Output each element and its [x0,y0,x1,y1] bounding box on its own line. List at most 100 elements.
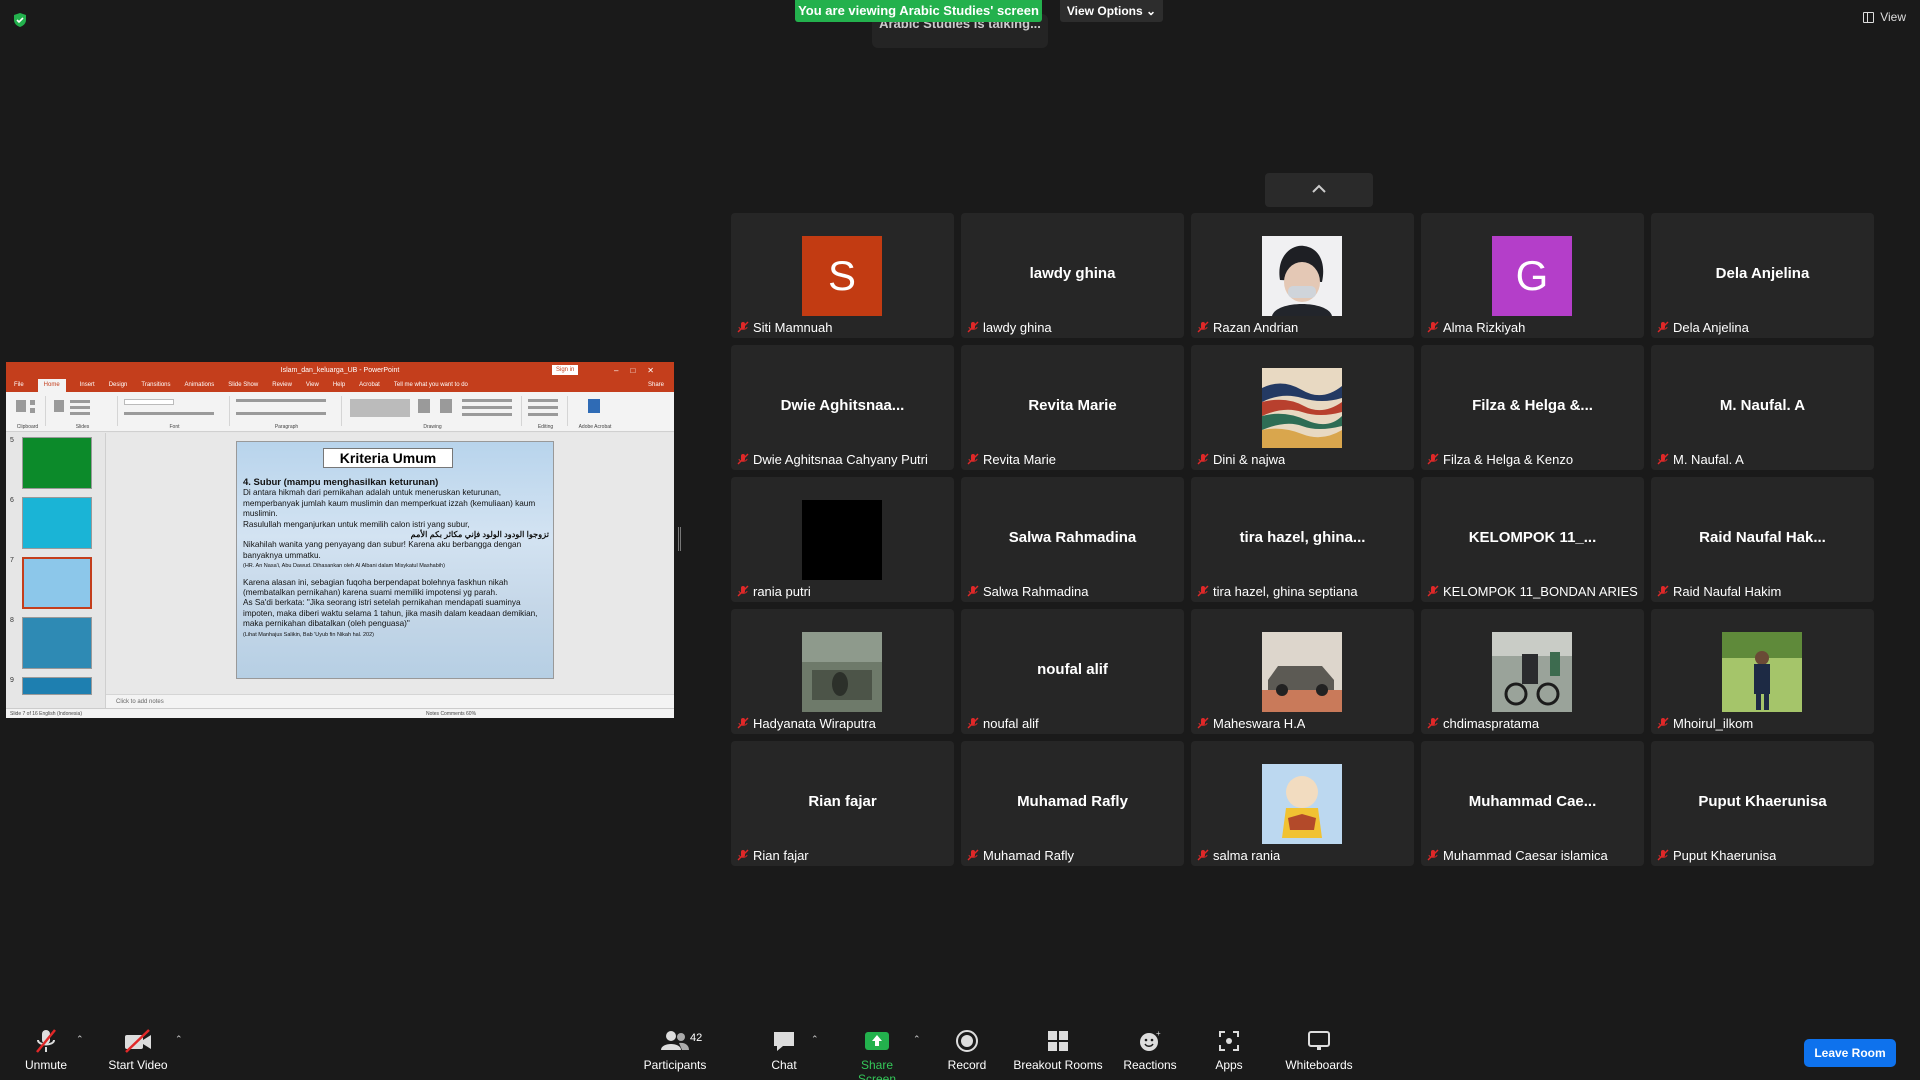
slide-reference: (HR. An Nasa'i, Abu Dawud. Dihasankan ol… [243,563,445,570]
unmute-button[interactable]: Unmute ⌃ [18,1028,84,1072]
ribbon-label-drawing: Drawing [423,424,442,430]
share-options-caret-icon[interactable]: ⌃ [913,1034,921,1045]
video-camera-off-icon [125,1029,151,1053]
participant-tile[interactable]: Dela Anjelina Dela Anjelina [1651,213,1874,338]
participant-display-name: noufal alif [1037,661,1108,678]
participant-tile[interactable]: Salwa Rahmadina Salwa Rahmadina [961,477,1184,602]
slide-thumbnail [22,677,92,695]
muted-mic-icon [1197,585,1209,597]
view-button[interactable]: View [1863,10,1906,24]
muted-mic-icon [1427,321,1439,333]
participant-display-name: Muhamad Rafly [1017,793,1128,810]
tab-slide-show: Slide Show [228,382,259,388]
participant-photo [1262,236,1342,316]
share-screen-button[interactable]: Share Screen ⌃ [841,1028,921,1080]
apps-label: Apps [1215,1058,1243,1072]
ribbon: Clipboard Slides Font Paragraph Drawing … [6,392,674,432]
breakout-rooms-button[interactable]: Breakout Rooms [1013,1028,1103,1072]
participant-tile[interactable]: S Siti Mamnuah [731,213,954,338]
participant-tile[interactable]: Dini & najwa [1191,345,1414,470]
participant-photo [802,500,882,580]
ribbon-group-font: Font [120,396,230,430]
meeting-toolbar: Unmute ⌃ Start Video ⌃ Participants 42 C… [0,1000,1920,1080]
whiteboards-button[interactable]: Whiteboards [1283,1028,1355,1072]
ribbon-tabs: File Home Insert Design Transitions Anim… [6,379,674,392]
participant-tile[interactable]: lawdy ghina lawdy ghina [961,213,1184,338]
participant-tile[interactable]: Hadyanata Wiraputra [731,609,954,734]
participant-gallery: S Siti Mamnuah lawdy ghina lawdy ghina Razan… [731,213,1876,868]
participant-tile[interactable]: KELOMPOK 11_... KELOMPOK 11_BONDAN ARIES … [1421,477,1644,602]
participant-tile[interactable]: tira hazel, ghina... tira hazel, ghina se… [1191,477,1414,602]
apps-button[interactable]: Apps [1213,1028,1245,1072]
participant-tile[interactable]: Puput Khaerunisa Puput Khaerunisa [1651,741,1874,866]
ribbon-group-editing: Editing [524,396,568,430]
ribbon-group-paragraph: Paragraph [232,396,342,430]
powerpoint-title-bar: Islam_dan_keluarga_UB - PowerPoint Sign … [6,362,674,379]
start-video-button[interactable]: Start Video ⌃ [105,1028,183,1072]
slide-thumbnails: 5 6 7 8 9 [6,433,106,708]
participant-name-label: salma rania [1213,848,1281,863]
participant-tile[interactable]: Maheswara H.A [1191,609,1414,734]
slide-paragraph: Di antara hikmah dari pernikahan adalah … [243,488,536,519]
view-options-button[interactable]: View Options ⌄ [1060,0,1163,22]
smiley-reaction-icon: + [1140,1029,1161,1051]
chat-options-caret-icon[interactable]: ⌃ [811,1034,819,1045]
slide-thumbnail [22,437,92,489]
participant-tile[interactable]: noufal alif noufal alif [961,609,1184,734]
participant-tile[interactable]: Mhoirul_ilkom [1651,609,1874,734]
participant-tile[interactable]: rania putri [731,477,954,602]
participant-name-label: Puput Khaerunisa [1673,848,1777,863]
participant-tile[interactable]: G Alma Rizkiyah [1421,213,1644,338]
ribbon-group-clipboard: Clipboard [10,396,46,430]
shared-screen[interactable]: Islam_dan_keluarga_UB - PowerPoint Sign … [6,362,674,718]
participant-display-name: Muhammad Cae... [1468,793,1597,810]
participant-tile[interactable]: Filza & Helga &... Filza & Helga & Kenzo [1421,345,1644,470]
participant-tile[interactable]: Dwie Aghitsnaa... Dwie Aghitsnaa Cahyany … [731,345,954,470]
reactions-label: Reactions [1123,1058,1177,1072]
participant-photo [802,632,882,712]
participant-tile[interactable]: chdimaspratama [1421,609,1644,734]
tab-home: Home [37,379,66,392]
view-label: View [1880,10,1906,24]
thumb-number: 7 [10,557,14,564]
status-right-text: Notes Comments 60% [426,711,477,717]
participant-tile[interactable]: M. Naufal. A M. Naufal. A [1651,345,1874,470]
muted-mic-icon [1427,717,1439,729]
participants-button[interactable]: Participants 42 [640,1028,710,1072]
participant-tile[interactable]: Muhamad Rafly Muhamad Rafly [961,741,1184,866]
chat-button[interactable]: Chat ⌃ [765,1028,819,1072]
muted-mic-icon [967,585,979,597]
ribbon-group-acrobat: Adobe Acrobat [570,396,620,430]
participant-tile[interactable]: Razan Andrian [1191,213,1414,338]
tab-acrobat: Acrobat [359,382,380,388]
participant-tile[interactable]: Muhammad Cae... Muhammad Caesar islamica [1421,741,1644,866]
audio-options-caret-icon[interactable]: ⌃ [76,1034,84,1045]
participant-display-name: M. Naufal. A [1719,397,1806,414]
split-view-resize-handle[interactable] [678,527,681,551]
participant-name-label: Dwie Aghitsnaa Cahyany Putri [753,452,928,467]
slide-paragraph: Karena alasan ini, sebagian fuqoha berpe… [243,577,508,598]
participant-name-label: Dini & najwa [1213,452,1286,467]
leave-room-button[interactable]: Leave Room [1804,1039,1896,1067]
ribbon-label-acrobat: Adobe Acrobat [578,424,612,430]
muted-mic-icon [1657,717,1669,729]
encryption-shield-icon[interactable] [12,12,28,28]
participant-initial-avatar: G [1492,236,1572,316]
participant-tile[interactable]: Rian fajar Rian fajar [731,741,954,866]
slide-paragraph: As Sa'di berkata: "Jika seorang istri se… [243,598,538,629]
participant-tile[interactable]: salma rania [1191,741,1414,866]
muted-mic-icon [1657,585,1669,597]
slide-thumbnail [22,497,92,549]
current-slide: Kriteria Umum 4. Subur (mampu menghasilk… [236,441,554,679]
video-options-caret-icon[interactable]: ⌃ [175,1034,183,1045]
participant-tile[interactable]: Revita Marie Revita Marie [961,345,1184,470]
muted-mic-icon [737,453,749,465]
participant-name-label: Siti Mamnuah [753,320,833,335]
participant-tile[interactable]: Raid Naufal Hak... Raid Naufal Hakim [1651,477,1874,602]
gallery-page-up-button[interactable] [1265,173,1373,207]
chevron-down-icon: ⌄ [1146,4,1157,18]
slide-reference: (Lihat Manhajus Salikin, Bab 'Uyub fin N… [243,631,374,638]
tell-me-search: Tell me what you want to do [393,382,468,388]
record-button[interactable]: Record [945,1028,989,1072]
reactions-button[interactable]: + Reactions [1123,1028,1177,1072]
